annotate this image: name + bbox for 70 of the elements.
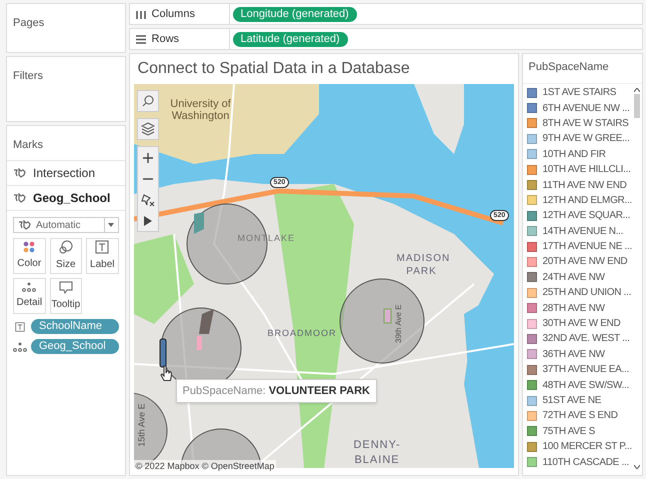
legend-item-label: 24TH AVE NW: [542, 270, 605, 285]
street-label: 15th Ave E: [134, 403, 147, 447]
size-button[interactable]: Size: [50, 238, 82, 274]
legend-item-label: 12TH AND ELMGR...: [542, 194, 632, 208]
view-title: Connect to Spatial Data in a Database: [136, 59, 411, 79]
marks-layer-tab[interactable]: Intersection: [7, 161, 125, 186]
panel-title: Filters: [13, 70, 43, 82]
legend-item-label: 1ST AVE STAIRS: [542, 86, 616, 100]
speech-bubble-icon: [58, 280, 73, 294]
place-label: MADISON PARK: [396, 252, 447, 278]
text-label-icon: [95, 240, 110, 254]
pin-cross-icon: [140, 192, 155, 206]
color-dots-icon: [22, 241, 36, 253]
legend-item-label: 37TH AVENUE EA...: [542, 363, 629, 378]
play-icon: [144, 216, 152, 226]
legend-item-label: 10TH AND FIR: [542, 148, 606, 162]
plus-icon: [142, 152, 153, 162]
panel-title: Marks: [13, 139, 43, 151]
layers-button[interactable]: [136, 118, 159, 140]
panel-title: Pages: [13, 17, 44, 29]
legend-item-label: 75TH AVE S: [542, 424, 595, 439]
dots-icon: [22, 282, 36, 292]
search-button[interactable]: [136, 90, 159, 112]
tooltip-value: VOLUNTEER PARK: [268, 384, 370, 399]
detail-button[interactable]: Detail: [13, 278, 46, 314]
legend-item-label: 12TH AVE SQUAR...: [542, 209, 630, 224]
color-button[interactable]: Color: [13, 238, 46, 274]
rows-icon: [136, 34, 146, 44]
legend-item-label: 8TH AVE W STAIRS: [542, 116, 629, 131]
legend-item-label: 100 MERCER ST P...: [542, 440, 632, 454]
legend-item-label: 110TH CASCADE ...: [542, 456, 629, 470]
text-label-icon: [13, 322, 27, 332]
shelf-label: Columns: [152, 6, 195, 22]
legend-item-label: 32ND AVE. WEST ...: [542, 332, 630, 346]
legend-item-label: 20TH AVE NW END: [542, 255, 628, 270]
legend-title: PubSpaceName: [522, 54, 642, 84]
legend-item-label: 51ST AVE NE: [542, 394, 602, 408]
legend-item-label: 14TH AVENUE N...: [542, 224, 624, 239]
tooltip-field-label: PubSpaceName:: [182, 384, 266, 399]
map-attribution: © 2022 Mapbox © OpenStreetMap: [134, 460, 276, 473]
place-label: DENNY-BLAINE: [352, 438, 402, 468]
shelf-label: Rows: [152, 32, 180, 47]
street-label: 39th Ave E: [392, 304, 404, 343]
columns-icon: [136, 10, 146, 18]
map-layer-icon: [13, 193, 27, 203]
dots-icon: [13, 342, 27, 352]
tooltip-button[interactable]: Tooltip: [50, 278, 82, 314]
marks-layer-tab[interactable]: Geog_School: [7, 186, 125, 211]
legend-item-label: 11TH AVE NW END: [542, 178, 627, 193]
place-label: University of Washington: [169, 98, 232, 122]
legend-item-label: 28TH AVE NW: [542, 302, 605, 316]
legend-item-label: 48TH AVE SW/SW...: [542, 378, 629, 393]
circles-icon: [58, 240, 73, 254]
mark-type-dropdown[interactable]: Automatic: [13, 217, 119, 233]
map-layer-icon: [13, 168, 27, 178]
legend-item-label: 17TH AVENUE NE ...: [542, 240, 632, 254]
legend-item-label: 36TH AVE NW: [542, 348, 605, 362]
layers-icon: [140, 122, 155, 136]
legend-item-label: 9TH AVE W GREE...: [542, 132, 630, 146]
caret-icon: [108, 223, 114, 227]
label-button[interactable]: Label: [86, 238, 119, 274]
legend-item-label: 30TH AVE W END: [542, 317, 620, 332]
search-icon: [142, 95, 154, 107]
legend-item-label: 25TH AND UNION ...: [542, 286, 632, 300]
map-layer-icon: [18, 220, 32, 230]
legend-item-label: 10TH AVE HILLCLI...: [542, 163, 631, 178]
legend-item-label: 6TH AVENUE NW ...: [542, 102, 630, 116]
scrollbar-thumb[interactable]: [634, 94, 640, 118]
hand-cursor-icon: [160, 365, 173, 381]
legend-item-label: 72TH AVE S END: [542, 409, 618, 424]
